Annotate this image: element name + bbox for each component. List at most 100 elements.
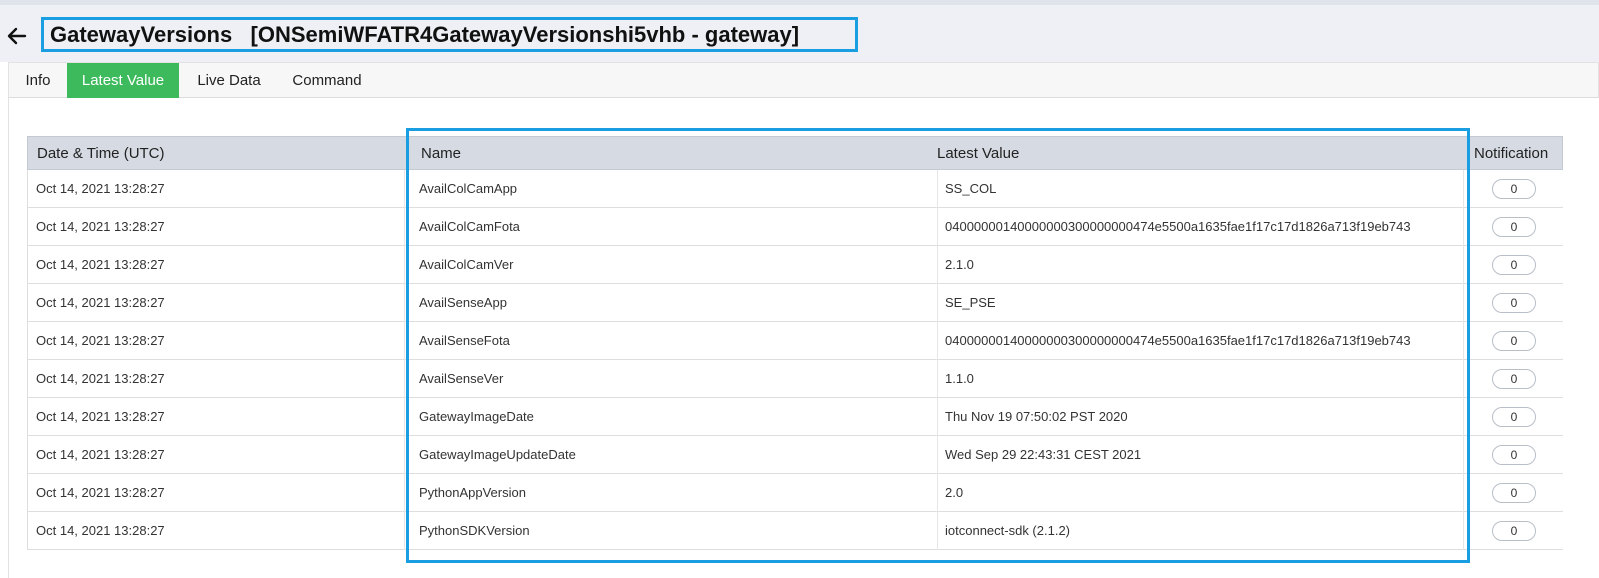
notification-count-pill[interactable]: 0: [1492, 368, 1536, 389]
table-row: Oct 14, 2021 13:28:27 AvailColCamVer 2.1.0…: [27, 246, 1563, 284]
column-divider: [404, 398, 405, 436]
notification-count-pill[interactable]: 0: [1492, 482, 1536, 503]
cell-notification: 0: [1490, 170, 1538, 207]
cell-name: PythonAppVersion: [419, 485, 526, 500]
page-header: GatewayVersions [ONSemiWFATR4GatewayVers…: [0, 5, 1599, 62]
cell-datetime: Oct 14, 2021 13:28:27: [36, 409, 165, 424]
column-divider: [404, 360, 405, 398]
column-divider: [404, 208, 405, 246]
column-divider: [937, 474, 938, 512]
cell-notification: 0: [1490, 322, 1538, 359]
tab-label: Info: [25, 72, 51, 89]
column-divider: [404, 512, 405, 550]
table-row: Oct 14, 2021 13:28:27 GatewayImageDate Thu…: [27, 398, 1563, 436]
table-header: Date & Time (UTC) Name Latest Value Noti…: [27, 136, 1563, 170]
table-row: Oct 14, 2021 13:28:27 AvailSenseVer 1.1.0 0: [27, 360, 1563, 398]
cell-datetime: Oct 14, 2021 13:28:27: [36, 257, 165, 272]
column-divider: [937, 246, 938, 284]
table-body: Oct 14, 2021 13:28:27 AvailColCamApp SS_CO…: [27, 170, 1563, 550]
cell-datetime: Oct 14, 2021 13:28:27: [36, 523, 165, 538]
cell-notification: 0: [1490, 360, 1538, 397]
notification-count-pill[interactable]: 0: [1492, 520, 1536, 541]
cell-name: GatewayImageDate: [419, 409, 534, 424]
page-title: GatewayVersions [ONSemiWFATR4GatewayVers…: [41, 17, 858, 52]
cell-latest-value: iotconnect-sdk (2.1.2): [945, 523, 1071, 538]
column-divider: [404, 284, 405, 322]
cell-notification: 0: [1490, 246, 1538, 283]
column-divider: [937, 322, 938, 360]
cell-notification: 0: [1490, 208, 1538, 245]
tab-label: Latest Value: [81, 72, 165, 89]
cell-latest-value: 2.0: [945, 485, 964, 500]
column-divider: [1463, 436, 1464, 474]
column-divider: [404, 322, 405, 360]
cell-name: GatewayImageUpdateDate: [419, 447, 576, 462]
column-header-notification[interactable]: Notification: [1474, 137, 1548, 170]
table-row: Oct 14, 2021 13:28:27 AvailSenseFota 04000…: [27, 322, 1563, 360]
cell-name: AvailColCamVer: [419, 257, 514, 272]
cell-datetime: Oct 14, 2021 13:28:27: [36, 485, 165, 500]
cell-name: AvailSenseApp: [419, 295, 507, 310]
column-divider: [937, 512, 938, 550]
cell-notification: 0: [1490, 398, 1538, 435]
column-divider: [937, 398, 938, 436]
cell-latest-value: SE_PSE: [945, 295, 996, 310]
tab-bar: Info Latest Value Live Data Command: [8, 62, 1599, 98]
cell-name: AvailSenseFota: [419, 333, 510, 348]
tab-latest-value[interactable]: Latest Value: [67, 63, 179, 98]
notification-count-pill[interactable]: 0: [1492, 178, 1536, 199]
tab-live-data[interactable]: Live Data: [179, 63, 279, 98]
content-border: [8, 98, 9, 578]
cell-latest-value: 04000000140000000300000000474e5500a1635f…: [945, 333, 1411, 348]
tab-label: Live Data: [197, 72, 261, 89]
cell-datetime: Oct 14, 2021 13:28:27: [36, 181, 165, 196]
tab-command[interactable]: Command: [279, 63, 375, 98]
column-header-name[interactable]: Name: [421, 137, 461, 170]
column-divider: [404, 436, 405, 474]
column-divider: [1463, 170, 1464, 208]
column-divider: [937, 284, 938, 322]
column-divider: [937, 436, 938, 474]
column-divider: [404, 474, 405, 512]
table-row: Oct 14, 2021 13:28:27 PythonSDKVersion iot…: [27, 512, 1563, 550]
notification-count-pill[interactable]: 0: [1492, 292, 1536, 313]
column-divider: [1463, 512, 1464, 550]
table-row: Oct 14, 2021 13:28:27 AvailSenseApp SE_PSE…: [27, 284, 1563, 322]
column-divider: [1463, 360, 1464, 398]
cell-latest-value: 04000000140000000300000000474e5500a1635f…: [945, 219, 1411, 234]
cell-datetime: Oct 14, 2021 13:28:27: [36, 333, 165, 348]
tab-label: Command: [292, 72, 362, 89]
column-divider: [1463, 284, 1464, 322]
cell-datetime: Oct 14, 2021 13:28:27: [36, 295, 165, 310]
cell-notification: 0: [1490, 284, 1538, 321]
cell-notification: 0: [1490, 474, 1538, 511]
notification-count-pill[interactable]: 0: [1492, 216, 1536, 237]
notification-count-pill[interactable]: 0: [1492, 444, 1536, 465]
column-divider: [1463, 474, 1464, 512]
column-divider: [1463, 322, 1464, 360]
notification-count-pill[interactable]: 0: [1492, 254, 1536, 275]
column-divider: [937, 360, 938, 398]
cell-datetime: Oct 14, 2021 13:28:27: [36, 219, 165, 234]
column-divider: [937, 170, 938, 208]
tab-info[interactable]: Info: [9, 63, 67, 98]
column-header-datetime[interactable]: Date & Time (UTC): [37, 137, 165, 170]
cell-notification: 0: [1490, 436, 1538, 473]
cell-name: AvailColCamApp: [419, 181, 518, 196]
table-row: Oct 14, 2021 13:28:27 AvailColCamApp SS_CO…: [27, 170, 1563, 208]
column-header-latest-value[interactable]: Latest Value: [937, 137, 1019, 170]
column-divider: [937, 208, 938, 246]
column-divider: [1463, 208, 1464, 246]
notification-count-pill[interactable]: 0: [1492, 330, 1536, 351]
arrow-left-icon: [7, 27, 27, 45]
table-row: Oct 14, 2021 13:28:27 AvailColCamFota 0400…: [27, 208, 1563, 246]
column-divider: [404, 170, 405, 208]
cell-name: AvailSenseVer: [419, 371, 504, 386]
cell-name: AvailColCamFota: [419, 219, 520, 234]
notification-count-pill[interactable]: 0: [1492, 406, 1536, 427]
cell-notification: 0: [1490, 512, 1538, 549]
column-divider: [1463, 398, 1464, 436]
back-button[interactable]: [5, 24, 29, 48]
cell-latest-value: Thu Nov 19 07:50:02 PST 2020: [945, 409, 1128, 424]
cell-latest-value: 1.1.0: [945, 371, 974, 386]
